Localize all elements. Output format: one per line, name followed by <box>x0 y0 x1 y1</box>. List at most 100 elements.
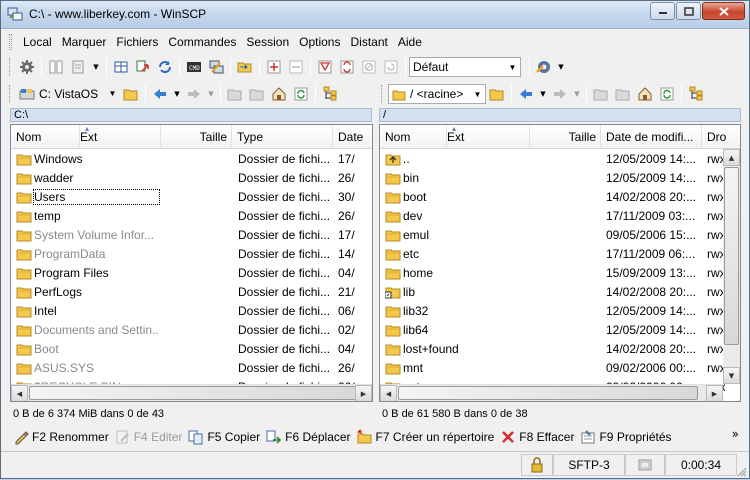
remote-file-row[interactable]: .. 12/05/2009 14:... rwx <box>380 150 740 169</box>
maximize-button[interactable] <box>676 2 701 20</box>
transfer-options-button[interactable] <box>533 56 555 78</box>
remote-col-size[interactable]: Taille <box>530 125 601 149</box>
remote-refresh-button[interactable] <box>656 83 678 105</box>
menu-aide[interactable]: Aide <box>393 35 427 49</box>
remote-file-row[interactable]: dev 17/11/2009 03:... rwx <box>380 207 740 226</box>
remote-vscroll-thumb[interactable] <box>724 167 739 345</box>
local-file-row[interactable]: System Volume Infor... Dossier de fichi..… <box>11 226 372 245</box>
minimize-button[interactable] <box>650 2 675 20</box>
preferences-button[interactable] <box>16 56 38 78</box>
protocol-indicator[interactable]: SFTP-3 <box>553 454 625 476</box>
remote-file-row[interactable]: lib64 12/05/2009 14:... rwx <box>380 321 740 340</box>
remote-file-row[interactable]: lib32 12/05/2009 14:... rwx <box>380 302 740 321</box>
menu-distant[interactable]: Distant <box>345 35 392 49</box>
fkey-f4-button[interactable]: F4 Editer <box>115 429 182 445</box>
local-horizontal-scrollbar[interactable]: ◀ ▶ <box>11 384 372 401</box>
remote-col-ext[interactable]: ▴ Ext <box>447 125 530 149</box>
local-forward-button[interactable] <box>183 83 205 105</box>
local-root-dir-button[interactable] <box>246 83 268 105</box>
remote-back-dropdown[interactable]: ▼ <box>537 83 549 105</box>
transfer-options-dropdown[interactable]: ▼ <box>555 56 567 78</box>
local-file-row[interactable]: Intel Dossier de fichi... 06/ <box>11 302 372 321</box>
remote-path-select[interactable]: / <racine> ▼ <box>388 84 486 104</box>
remote-col-rights[interactable]: Dro <box>702 125 740 149</box>
refresh-button[interactable] <box>154 56 176 78</box>
menu-options[interactable]: Options <box>294 35 345 49</box>
select-button[interactable] <box>263 56 285 78</box>
fkeys-more-chevron-icon[interactable]: » <box>732 427 739 441</box>
title-bar[interactable]: C:\ - www.liberkey.com - WinSCP <box>1 1 749 29</box>
local-file-row[interactable]: Boot Dossier de fichi... 04/ <box>11 340 372 359</box>
scroll-right-icon[interactable]: ▶ <box>706 385 723 401</box>
open-directory-button[interactable] <box>234 56 256 78</box>
remote-file-row[interactable]: bin 12/05/2009 14:... rwx <box>380 169 740 188</box>
fkey-f7-button[interactable]: F7 Créer un répertoire <box>356 429 494 445</box>
restore-selection-button[interactable] <box>380 56 402 78</box>
remote-back-button[interactable] <box>515 83 537 105</box>
remote-file-row[interactable]: boot 14/02/2008 20:... rwx <box>380 188 740 207</box>
close-button[interactable] <box>702 2 745 20</box>
remote-file-row[interactable]: lost+found 14/02/2008 20:... rwx <box>380 340 740 359</box>
local-back-button[interactable] <box>149 83 171 105</box>
menu-fichiers[interactable]: Fichiers <box>111 35 163 49</box>
console-button[interactable]: CMD <box>183 56 205 78</box>
transfer-settings-select[interactable]: Défaut ▼ <box>409 57 521 77</box>
remote-vertical-scrollbar[interactable]: ▲ ▼ <box>723 149 740 384</box>
local-file-row[interactable]: PerfLogs Dossier de fichi... 21/ <box>11 283 372 302</box>
local-col-name[interactable]: Nom <box>11 125 80 149</box>
remote-root-dir-button[interactable] <box>612 83 634 105</box>
queue-button[interactable] <box>110 56 132 78</box>
compare-button[interactable] <box>45 56 67 78</box>
remote-file-list[interactable]: Nom ▴ Ext Taille Date de modifi... Dro .… <box>379 124 741 402</box>
sync-dropdown[interactable]: ▼ <box>89 56 103 78</box>
local-open-folder-button[interactable] <box>120 83 142 105</box>
scroll-left-icon[interactable]: ◀ <box>11 385 28 401</box>
compression-indicator[interactable] <box>625 454 665 476</box>
local-file-row[interactable]: Program Files Dossier de fichi... 04/ <box>11 264 372 283</box>
remote-tree-button[interactable] <box>685 83 707 105</box>
encryption-lock-icon[interactable] <box>521 454 553 476</box>
remote-open-folder-button[interactable] <box>486 83 508 105</box>
local-file-row[interactable]: temp Dossier de fichi... 26/ <box>11 207 372 226</box>
local-col-size[interactable]: Taille <box>161 125 232 149</box>
local-hscroll-thumb[interactable] <box>29 386 357 400</box>
menu-marquer[interactable]: Marquer <box>57 35 112 49</box>
local-file-row[interactable]: Documents and Settin... Dossier de fichi.… <box>11 321 372 340</box>
resize-grip[interactable] <box>737 466 747 477</box>
local-file-row[interactable]: Users Dossier de fichi... 30/ <box>11 188 372 207</box>
local-col-type[interactable]: Type <box>232 125 333 149</box>
unselect-button[interactable] <box>285 56 307 78</box>
remote-file-row[interactable]: mnt 09/02/2006 00:... rwx <box>380 359 740 378</box>
local-file-row[interactable]: Windows Dossier de fichi... 17/ <box>11 150 372 169</box>
putty-button[interactable] <box>205 56 227 78</box>
remote-home-button[interactable] <box>634 83 656 105</box>
fkey-f2-button[interactable]: F2 Renommer <box>13 429 109 445</box>
fkey-f8-button[interactable]: F8 Effacer <box>500 429 574 445</box>
remote-col-name[interactable]: Nom <box>380 125 447 149</box>
remote-forward-dropdown[interactable]: ▼ <box>571 83 583 105</box>
local-tree-button[interactable] <box>319 83 341 105</box>
fkey-f9-button[interactable]: F9 Propriétés <box>580 429 672 445</box>
local-drive-select[interactable]: C: VistaOS ▼ <box>16 84 120 104</box>
remote-col-date[interactable]: Date de modifi... <box>601 125 702 149</box>
remote-file-row[interactable]: home 15/09/2009 13:... rwx <box>380 264 740 283</box>
invert-selection-button[interactable] <box>336 56 358 78</box>
local-forward-dropdown[interactable]: ▼ <box>205 83 217 105</box>
remote-file-row[interactable]: emul 09/05/2006 15:... rwx <box>380 226 740 245</box>
menu-session[interactable]: Session <box>241 35 294 49</box>
remote-parent-dir-button[interactable] <box>590 83 612 105</box>
local-col-ext[interactable]: ▴ Ext <box>80 125 161 149</box>
local-home-button[interactable] <box>268 83 290 105</box>
scroll-right-icon[interactable]: ▶ <box>355 385 372 401</box>
menu-grip[interactable] <box>9 34 12 50</box>
fkey-f5-button[interactable]: F5 Copier <box>188 429 260 445</box>
remote-forward-button[interactable] <box>549 83 571 105</box>
local-file-list[interactable]: Nom ▴ Ext Taille Type Date Windows Dossie… <box>10 124 373 402</box>
transfer-button[interactable] <box>132 56 154 78</box>
local-file-row[interactable]: wadder Dossier de fichi... 26/ <box>11 169 372 188</box>
sync-button[interactable] <box>67 56 89 78</box>
scroll-up-icon[interactable]: ▲ <box>723 149 740 166</box>
local-back-dropdown[interactable]: ▼ <box>171 83 183 105</box>
menu-local[interactable]: Local <box>18 35 57 49</box>
remote-hscroll-thumb[interactable] <box>398 386 698 400</box>
